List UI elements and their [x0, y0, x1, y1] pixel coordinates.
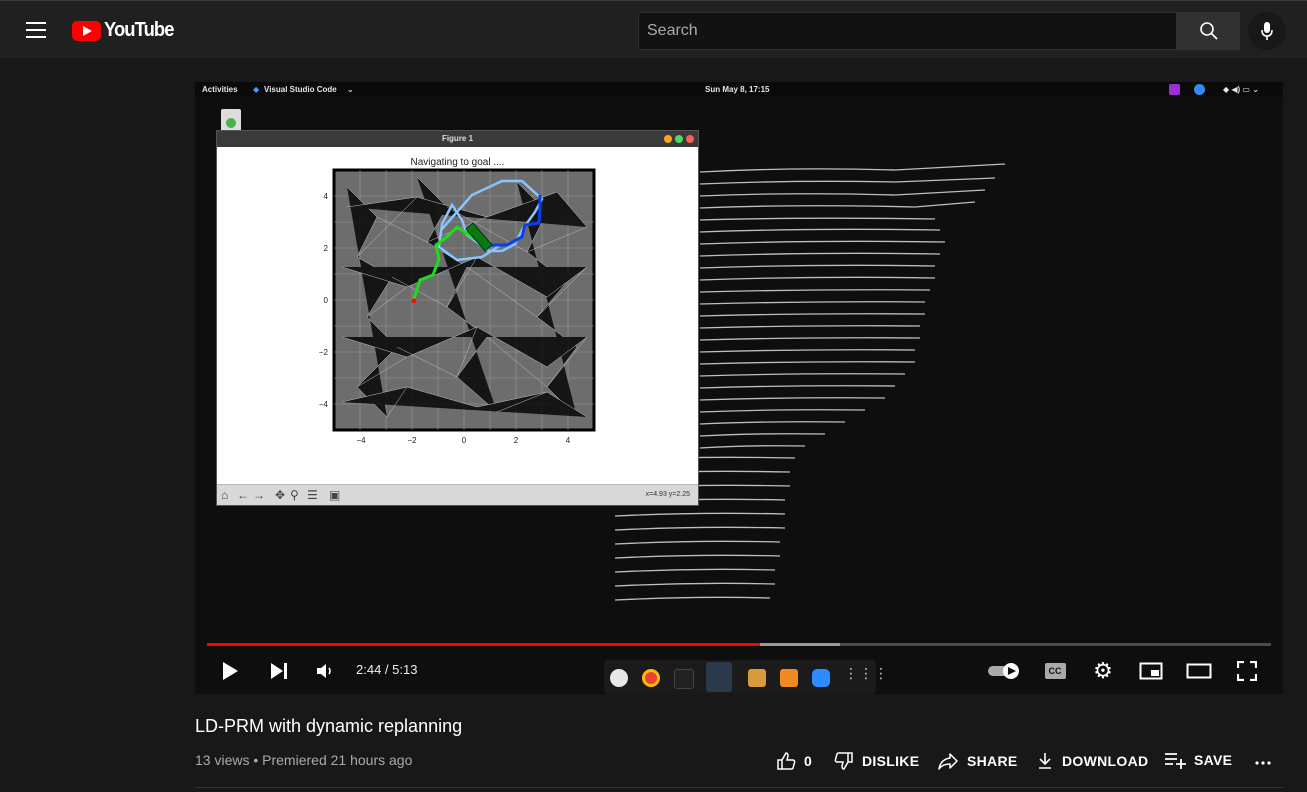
y-tick: 0	[324, 296, 329, 305]
search-input[interactable]	[639, 13, 1176, 49]
system-tray-icons: ◆ ◀) ▭ ⌄	[1223, 85, 1259, 94]
sublime-dock-icon	[780, 669, 798, 687]
download-label: DOWNLOAD	[1062, 753, 1149, 769]
more-horizontal-icon	[1255, 761, 1271, 765]
play-icon	[223, 662, 238, 680]
theater-mode-button[interactable]	[1185, 658, 1213, 684]
youtube-play-logo-icon	[72, 20, 101, 41]
save-figure-icon[interactable]: ▣	[329, 488, 340, 502]
y-tick: −2	[319, 348, 329, 357]
search-box	[638, 12, 1177, 50]
video-meta: 13 views • Premiered 21 hours ago	[195, 752, 413, 768]
captions-button[interactable]: CC	[1043, 658, 1067, 684]
dislike-label: DISLIKE	[862, 753, 920, 769]
figure-toolbar: ⌂ ← → ✥ ⚲ ☰ ▣ x=4.93 y=2.25	[217, 484, 698, 505]
vscode-small-icon: ◆	[253, 85, 260, 94]
divider	[195, 787, 1283, 788]
terminal-dock-icon	[674, 669, 694, 689]
x-tick: −2	[407, 436, 417, 445]
menu-icon[interactable]	[26, 22, 46, 38]
autoplay-toggle[interactable]	[987, 658, 1021, 684]
zoom-tray-icon	[1194, 84, 1205, 95]
play-button[interactable]	[217, 658, 243, 684]
app-dock-icon	[610, 669, 628, 687]
cursor-coordinates: x=4.93 y=2.25	[645, 491, 690, 498]
more-actions-button[interactable]	[1254, 751, 1280, 771]
close-icon	[686, 135, 694, 143]
chrome-dock-icon	[642, 669, 660, 687]
figure-window-title: Figure 1	[441, 134, 474, 143]
start-marker	[411, 298, 417, 304]
fullscreen-icon	[1237, 661, 1257, 681]
miniplayer-button[interactable]	[1138, 658, 1164, 684]
figure-titlebar: Figure 1	[217, 131, 698, 147]
y-tick: 2	[324, 244, 329, 253]
home-icon[interactable]: ⌂	[221, 488, 228, 502]
cc-icon: CC	[1044, 663, 1066, 679]
maximize-icon	[675, 135, 683, 143]
share-icon	[938, 753, 958, 770]
search-button[interactable]	[1177, 12, 1240, 50]
desktop-clock: Sun May 8, 17:15	[705, 85, 770, 94]
save-button[interactable]: SAVE	[1164, 751, 1232, 769]
search-icon	[1199, 22, 1218, 40]
settings-button[interactable]: ⚙	[1091, 658, 1115, 684]
logo-text: YouTube	[104, 19, 174, 41]
apps-grid-icon: ⋮⋮⋮	[844, 665, 889, 681]
fullscreen-button[interactable]	[1235, 658, 1259, 684]
prm-plot: −4 −2 0 2 4 4 2 0 −2 −4	[319, 168, 596, 445]
video-desktop-topbar: Activities ◆ Visual Studio Code ⌄ Sun Ma…	[195, 82, 1283, 97]
progress-bar[interactable]	[207, 643, 1271, 646]
like-count: 0	[804, 753, 813, 769]
mute-button[interactable]	[313, 658, 337, 684]
played-bar	[207, 643, 761, 646]
configure-subplots-icon[interactable]: ☰	[307, 488, 318, 502]
download-icon	[1039, 753, 1051, 769]
theater-icon	[1186, 663, 1212, 679]
figure-window: Figure 1 Navigating to goal .... −4 −2 0…	[216, 130, 699, 506]
video-player[interactable]: Activities ◆ Visual Studio Code ⌄ Sun Ma…	[195, 82, 1283, 694]
playlist-add-icon	[1165, 753, 1186, 769]
minimize-icon	[664, 135, 672, 143]
share-label: SHARE	[967, 753, 1018, 769]
youtube-logo[interactable]: YouTube	[72, 19, 180, 42]
gear-icon: ⚙	[1093, 658, 1113, 683]
x-tick: 0	[462, 436, 467, 445]
pan-icon[interactable]: ✥	[275, 488, 285, 502]
dislike-button[interactable]: DISLIKE	[834, 751, 919, 771]
files-dock-icon	[748, 669, 766, 687]
share-button[interactable]: SHARE	[937, 751, 1018, 771]
download-button[interactable]: DOWNLOAD	[1036, 751, 1148, 771]
thumbs-up-icon	[777, 752, 796, 770]
desktop-app-name: Visual Studio Code	[264, 85, 337, 94]
zoom-dock-icon	[812, 669, 830, 687]
volume-icon	[317, 664, 331, 678]
desktop-activities: Activities	[202, 85, 238, 94]
next-icon	[271, 663, 287, 679]
thumbs-down-icon	[834, 752, 853, 770]
desktop-dock: ⋮⋮⋮	[604, 660, 889, 694]
y-tick: 4	[324, 192, 329, 201]
back-arrow-icon[interactable]: ←	[237, 488, 249, 502]
x-tick: 2	[514, 436, 519, 445]
autoplay-toggle-icon	[988, 663, 1019, 679]
video-title: LD-PRM with dynamic replanning	[195, 716, 463, 736]
miniplayer-icon	[1139, 662, 1163, 680]
next-button[interactable]	[267, 658, 291, 684]
zoom-icon[interactable]: ⚲	[290, 488, 299, 502]
y-tick: −4	[319, 400, 329, 409]
x-tick: −4	[356, 436, 366, 445]
forward-arrow-icon[interactable]: →	[253, 488, 265, 502]
chevron-down-icon: ⌄	[347, 85, 354, 94]
like-button[interactable]: 0	[776, 751, 812, 771]
voice-search-button[interactable]	[1248, 12, 1286, 50]
app-tray-icon	[1169, 84, 1180, 95]
x-tick: 4	[566, 436, 571, 445]
time-display: 2:44 / 5:13	[356, 662, 418, 677]
vscode-dock-icon	[706, 662, 732, 692]
microphone-icon	[1261, 22, 1273, 40]
save-label: SAVE	[1194, 752, 1233, 768]
masthead: YouTube	[0, 0, 1307, 58]
